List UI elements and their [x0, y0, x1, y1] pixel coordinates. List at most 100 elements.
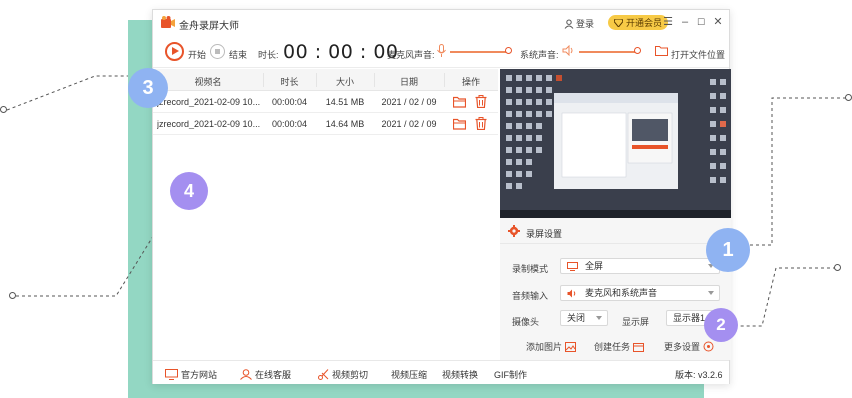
callout-dot-2 [834, 264, 841, 271]
vip-label: 开通会员 [626, 18, 663, 28]
start-label[interactable]: 开始 [188, 48, 206, 61]
open-folder-button[interactable]: 打开文件位置 [671, 48, 725, 61]
video-convert-button[interactable]: 视频转换 [442, 368, 478, 381]
desktop-preview-image [500, 69, 731, 218]
login-button[interactable]: 登录 [564, 17, 594, 30]
record-toolbar: 开始 结束 时长: 00 : 00 : 00 麦克风声音: 系统声音: 打开文件… [153, 36, 729, 68]
app-window: 金舟录屏大师 登录 开通会员 ☰ – ☐ ✕ 开始 结束 时长: 00 : 00… [152, 9, 731, 384]
table-row[interactable]: jzrecord_2021-02-09 10... 00:00:04 14.64… [153, 113, 498, 135]
audio-icon [567, 289, 576, 298]
support-icon [240, 369, 252, 380]
mode-value: 全屏 [585, 261, 604, 271]
column-header-duration[interactable]: 时长 [263, 75, 316, 88]
mic-volume-slider[interactable] [450, 51, 508, 53]
callout-dot-1 [845, 94, 852, 101]
start-record-icon[interactable] [165, 42, 184, 61]
online-support-link[interactable]: 在线客服 [240, 368, 291, 381]
version-label: 版本: v3.2.6 [675, 370, 723, 380]
column-header-date[interactable]: 日期 [374, 75, 444, 88]
file-date: 2021 / 02 / 09 [381, 119, 437, 129]
official-website-link[interactable]: 官方网站 [165, 368, 217, 381]
column-header-size[interactable]: 大小 [316, 75, 374, 88]
camera-select[interactable]: 关闭 [560, 310, 608, 326]
speaker-icon[interactable] [562, 45, 574, 56]
table-header: 视频名 时长 大小 日期 操作 [153, 69, 498, 91]
microphone-icon[interactable] [437, 44, 446, 58]
open-folder-icon[interactable] [453, 96, 466, 108]
screen-preview [500, 69, 731, 218]
system-volume-knob[interactable] [634, 47, 641, 54]
scissors-icon [318, 369, 329, 380]
table-row[interactable]: jzrecord_2021-02-09 10... 00:00:04 14.51… [153, 91, 498, 113]
system-volume-label: 系统声音: [520, 50, 559, 60]
stop-record-icon[interactable] [210, 44, 225, 59]
file-date: 2021 / 02 / 09 [381, 97, 437, 107]
vip-button[interactable]: 开通会员 [608, 15, 669, 30]
add-image-label: 添加图片 [526, 342, 563, 352]
video-compress-button[interactable]: 视频压缩 [391, 368, 427, 381]
audio-value: 麦克风和系统声音 [585, 288, 658, 298]
file-duration: 00:00:04 [271, 119, 308, 129]
file-size: 14.64 MB [325, 119, 365, 129]
system-volume-slider[interactable] [579, 51, 637, 53]
create-task-button[interactable]: 创建任务 [594, 340, 645, 353]
close-icon[interactable]: ✕ [712, 15, 724, 29]
file-size: 14.51 MB [325, 97, 365, 107]
chevron-down-icon [596, 316, 602, 320]
calendar-icon [633, 342, 645, 352]
minimize-icon[interactable]: – [679, 15, 691, 29]
duration-label: 时长: [258, 50, 279, 60]
settings-icon [703, 341, 714, 352]
settings-title: 录屏设置 [526, 229, 563, 239]
user-icon [564, 19, 574, 29]
column-header-actions: 操作 [461, 77, 480, 87]
more-settings-button[interactable]: 更多设置 [664, 340, 714, 353]
more-settings-label: 更多设置 [664, 342, 701, 352]
mic-volume-label: 麦克风声音: [387, 50, 435, 60]
mode-select[interactable]: 全屏 [560, 258, 720, 274]
file-name: jzrecord_2021-02-09 10... [157, 97, 261, 107]
open-folder-icon[interactable] [453, 118, 466, 130]
monitor-icon [567, 262, 578, 271]
footer-bar: 官方网站 在线客服 视频剪切 视频压缩 视频转换 GIF制作 版本: v3.2.… [153, 360, 729, 384]
record-settings-panel: 录屏设置 录制模式 全屏 音频输入 麦克风和系统声音 摄像头 关闭 显示屏 显示… [500, 218, 731, 360]
file-name: jzrecord_2021-02-09 10... [157, 119, 261, 129]
computer-icon [165, 369, 178, 380]
camera-value: 关闭 [567, 313, 586, 323]
gear-icon [508, 225, 520, 237]
column-header-name[interactable]: 视频名 [153, 75, 263, 88]
trash-icon[interactable] [475, 95, 487, 108]
callout-badge-4: 4 [170, 172, 208, 210]
callout-badge-2: 2 [704, 308, 738, 342]
trash-icon[interactable] [475, 117, 487, 130]
maximize-icon[interactable]: ☐ [695, 15, 707, 29]
callout-badge-3: 3 [128, 68, 168, 108]
camera-label: 摄像头 [512, 317, 540, 327]
callout-dot-4 [9, 292, 16, 299]
record-timer: 00 : 00 : 00 [283, 41, 399, 63]
official-website-label: 官方网站 [181, 370, 218, 380]
create-task-label: 创建任务 [594, 342, 631, 352]
settings-header: 录屏设置 [500, 218, 731, 244]
stop-label[interactable]: 结束 [229, 48, 247, 61]
folder-icon[interactable] [655, 45, 668, 56]
diamond-icon [614, 18, 623, 27]
add-image-button[interactable]: 添加图片 [526, 340, 577, 353]
file-duration: 00:00:04 [271, 97, 308, 107]
audio-select[interactable]: 麦克风和系统声音 [560, 285, 720, 301]
display-label: 显示屏 [622, 317, 650, 327]
app-title: 金舟录屏大师 [179, 21, 239, 32]
image-icon [565, 341, 577, 352]
app-logo-icon [161, 16, 175, 28]
online-support-label: 在线客服 [255, 370, 292, 380]
title-bar: 金舟录屏大师 登录 开通会员 ☰ – ☐ ✕ [153, 10, 729, 36]
mode-label: 录制模式 [512, 264, 549, 274]
callout-badge-1: 1 [706, 228, 750, 272]
mic-volume-knob[interactable] [505, 47, 512, 54]
chevron-down-icon [708, 291, 714, 295]
login-label: 登录 [576, 19, 595, 29]
menu-icon[interactable]: ☰ [662, 15, 674, 29]
video-edit-label: 视频剪切 [332, 370, 369, 380]
gif-maker-button[interactable]: GIF制作 [494, 368, 527, 381]
video-edit-button[interactable]: 视频剪切 [318, 368, 368, 381]
